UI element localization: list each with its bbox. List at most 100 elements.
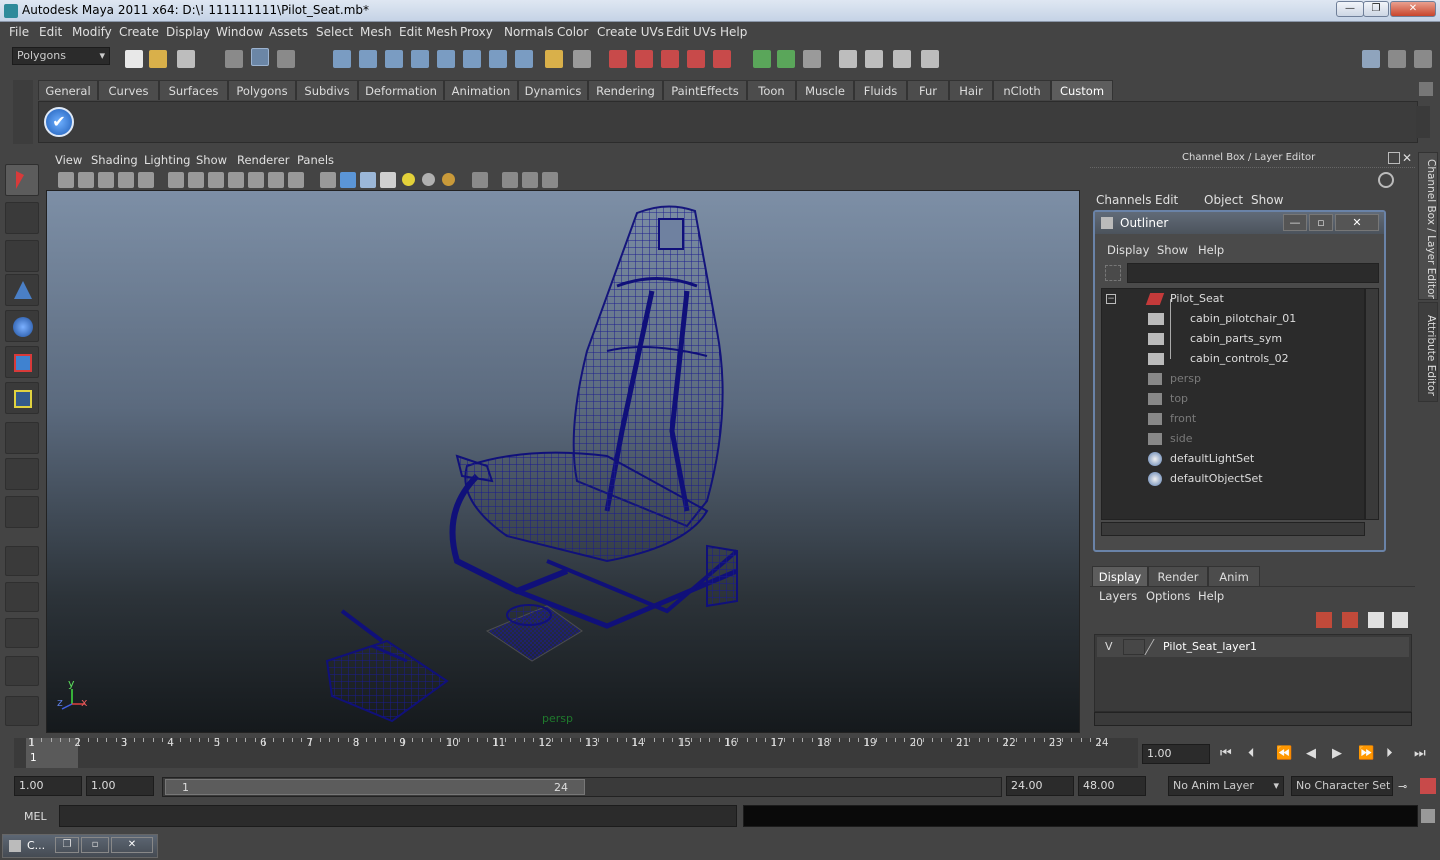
outliner-menu-display[interactable]: Display [1107,243,1149,257]
shelf-tab-deformation[interactable]: Deformation [358,80,444,100]
layout-hypershade-icon[interactable] [5,696,39,726]
wireframe-on-shaded-icon[interactable] [360,172,376,188]
scale-tool-icon[interactable] [5,382,39,414]
move-layer-down-icon[interactable] [1342,612,1358,628]
outliner-item[interactable]: Pilot_Seat [1102,289,1362,309]
menu-assets[interactable]: Assets [269,25,308,39]
menu-normals[interactable]: Normals [504,25,554,39]
checkmark-shelf-icon[interactable]: ✔ [44,107,74,137]
play-forwards-icon[interactable]: ▶ [1332,746,1342,761]
rotate-tool-icon[interactable] [5,346,39,378]
menu-edit-mesh[interactable]: Edit Mesh [399,25,458,39]
image-plane-icon[interactable] [118,172,134,188]
layout-clapper-icon[interactable] [865,50,883,68]
menu-proxy[interactable]: Proxy [460,25,493,39]
field-chart-icon[interactable] [248,172,264,188]
step-back-key-icon[interactable]: ⏪ [1276,746,1292,761]
menu-modify[interactable]: Modify [72,25,112,39]
outliner-item[interactable]: top [1102,389,1362,409]
last-tool-icon[interactable] [5,458,39,490]
paint-select-tool-icon[interactable] [5,240,39,272]
manipulator-tool-icon[interactable] [5,422,39,454]
textured-icon[interactable] [380,172,396,188]
key-icon[interactable]: ⊸ [1398,780,1414,793]
outliner-horizontal-scrollbar[interactable] [1101,522,1365,536]
manipulator-icon[interactable] [1378,172,1394,188]
shelf-tab-general[interactable]: General [38,80,98,100]
menu-mesh[interactable]: Mesh [360,25,392,39]
layout-single-pane-icon[interactable] [5,546,39,576]
select-highlight-icon[interactable] [573,50,591,68]
outliner-filter-icon[interactable] [1105,265,1121,281]
layout-outliner-pane-icon[interactable] [5,618,39,648]
soft-mod-tool-icon[interactable] [5,274,39,306]
layer-scrollbar[interactable] [1094,712,1412,726]
shelf-tab-fur[interactable]: Fur [907,80,949,100]
step-forward-key-icon[interactable]: ⏩ [1358,746,1374,761]
end-time-field[interactable]: 48.00 [1078,776,1146,796]
shelf-tab-rendering[interactable]: Rendering [588,80,663,100]
xray-icon[interactable] [502,172,518,188]
menu-help[interactable]: Help [720,25,747,39]
new-scene-icon[interactable] [125,50,143,68]
current-time-field[interactable]: 1.00 [1142,744,1210,764]
shelf-tab-hair[interactable]: Hair [949,80,993,100]
shelf-tab-surfaces[interactable]: Surfaces [159,80,228,100]
input-line-icon[interactable] [753,50,771,68]
channel-menu-object[interactable]: Object [1204,193,1243,207]
wireframe-icon[interactable] [320,172,336,188]
range-slider-bar[interactable]: 1 24 [165,779,585,795]
shelf-scroll[interactable] [1416,106,1430,138]
menu-edit[interactable]: Edit [39,25,62,39]
select-object-icon[interactable] [251,48,269,66]
outliner-item[interactable]: cabin_pilotchair_01 [1102,309,1362,329]
outliner-maximize-button[interactable]: ▫ [1309,214,1333,231]
range-slider-track[interactable]: 1 24 [162,777,1002,797]
resolution-gate-icon[interactable] [208,172,224,188]
layer-menu-layers[interactable]: Layers [1099,589,1137,603]
bookmark-icon[interactable] [98,172,114,188]
outliner-item[interactable]: persp [1102,369,1362,389]
layout-four-pane-icon[interactable] [5,582,39,612]
snap-curve-icon[interactable] [359,50,377,68]
move-tool-icon[interactable] [5,310,39,342]
move-key-icon[interactable] [1358,172,1376,190]
outliner-search-input[interactable] [1127,263,1379,283]
empty-tool-slot[interactable] [5,496,39,528]
channel-menu-show[interactable]: Show [1251,193,1283,207]
default-light-icon[interactable] [402,173,415,186]
layer-tab-render[interactable]: Render [1148,566,1208,586]
shelf-menu-handle[interactable] [13,80,33,144]
move-layer-up-icon[interactable] [1316,612,1332,628]
restore-button[interactable]: ❐ [55,837,79,853]
grid-icon[interactable] [168,172,184,188]
outliner-item[interactable]: defaultObjectSet [1102,469,1362,489]
minimize-button[interactable]: — [1336,1,1364,17]
viewport-menu-view[interactable]: View [55,153,82,167]
step-back-frame-icon[interactable]: ⏴ [1248,746,1255,761]
preferences-icon[interactable] [1420,778,1436,794]
maximize-button-small[interactable]: ▫ [81,837,109,853]
render-settings-icon[interactable] [661,50,679,68]
close-button-small[interactable]: ✕ [111,837,153,853]
time-slider[interactable]: 1 1 2 3 4 5 6 7 8 9 10 11 12 13 14 15 16 17 18 19 20 21 22 23 2… [14,737,1138,768]
outliner-menu-help[interactable]: Help [1198,243,1224,257]
shelf-tab-curves[interactable]: Curves [98,80,159,100]
channel-box-toggle-icon[interactable] [1362,50,1380,68]
outliner-vertical-scrollbar[interactable] [1365,288,1379,520]
menu-color[interactable]: Color [557,25,588,39]
command-language-label[interactable]: MEL [24,810,47,823]
open-scene-icon[interactable] [149,50,167,68]
shelf-tab-custom[interactable]: Custom [1051,80,1113,100]
tool-settings-toggle-icon[interactable] [1414,50,1432,68]
side-tab-channel-box[interactable]: Channel Box / Layer Editor [1418,152,1438,300]
save-scene-icon[interactable] [177,50,195,68]
script-editor-icon[interactable] [1421,809,1435,823]
menuset-selector[interactable]: Polygons ▾ [12,47,110,65]
character-set-selector[interactable]: No Character Set [1291,776,1393,796]
all-lights-icon[interactable] [422,173,435,186]
shelf-tab-polygons[interactable]: Polygons [228,80,296,100]
outliner-close-button[interactable]: ✕ [1335,214,1379,231]
step-forward-frame-icon[interactable]: ⏵ [1386,746,1393,761]
menu-edit-uvs[interactable]: Edit UVs [666,25,716,39]
